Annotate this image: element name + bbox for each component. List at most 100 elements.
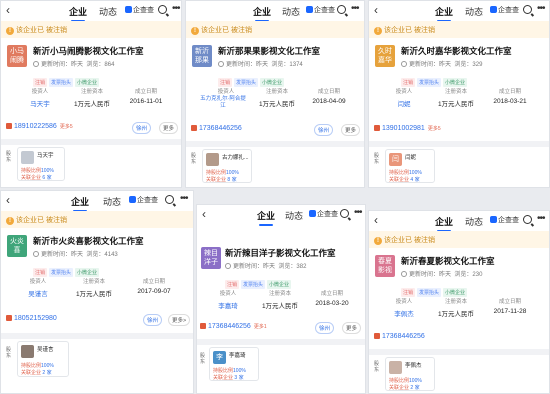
more-icon[interactable]: ••• (172, 3, 180, 14)
phone-icon (374, 333, 380, 339)
tag-invoice: 发票抬头 (49, 268, 74, 277)
tag-invoice: 发票抬头 (234, 78, 259, 87)
legal-person[interactable]: 李佩杰 (379, 308, 429, 318)
established-date: 2016-11-01 (129, 98, 163, 105)
nav-bar: ‹ 企业 动态 企查查 ••• (1, 1, 181, 22)
search-icon[interactable] (340, 209, 349, 218)
shareholder-card[interactable]: 马天宇 持股比例100% 关联企业 6 家 (17, 147, 65, 181)
shareholder-name: 李佩杰 (405, 363, 422, 369)
company-name: 新沂久时嘉华影视文化工作室 (401, 46, 512, 56)
back-icon[interactable]: ‹ (202, 208, 206, 221)
tag-invoice: 发票抬头 (417, 78, 442, 87)
phone-icon (6, 123, 12, 129)
more-icon[interactable]: ••• (537, 3, 545, 14)
location-button[interactable]: 徐州 (143, 314, 163, 326)
shareholder-name: 吴谨言 (37, 347, 54, 353)
cancelled-warning: ! 该企业已 被注销 (369, 231, 549, 248)
related: 关联企业 2 家 (21, 370, 52, 376)
update-info: 更新时间：昨天 浏览：864 (33, 59, 114, 68)
ratio: 持股比例100% (213, 368, 246, 374)
legal-person[interactable]: 吴谨言 (13, 288, 63, 298)
shareholder-label: 股东 (374, 361, 380, 373)
back-icon[interactable]: ‹ (374, 214, 378, 227)
phone[interactable]: 17368446256 (374, 333, 425, 340)
search-icon[interactable] (523, 5, 532, 14)
back-icon[interactable]: ‹ (6, 194, 10, 207)
refresh-icon (401, 271, 407, 277)
company-logo: 火炎 喜 (7, 235, 27, 257)
divider (369, 349, 549, 355)
tab-company[interactable]: 企业 (253, 5, 271, 22)
ratio: 持股比例100% (206, 170, 239, 176)
back-icon[interactable]: ‹ (6, 4, 10, 17)
location-button[interactable]: 徐州 (314, 124, 334, 136)
tab-dynamic[interactable]: 动态 (465, 215, 483, 228)
tag-cancelled: 注销 (401, 78, 416, 87)
avatar (206, 153, 219, 166)
phone[interactable]: 17368446256 更多1 (200, 323, 267, 330)
update-info: 更新时间：昨天 浏览：329 (401, 59, 482, 68)
legal-person[interactable]: 五力克扎尔·阿合提 江 (192, 96, 254, 110)
legal-person[interactable]: 李嘉琦 (205, 300, 251, 310)
search-icon[interactable] (158, 5, 167, 14)
tag-small: 小微企业 (267, 280, 292, 289)
tab-dynamic[interactable]: 动态 (103, 195, 121, 208)
capital-label: 注册资本 (444, 299, 467, 305)
search-icon[interactable] (523, 215, 532, 224)
phone[interactable]: 13901002981 更多5 (374, 125, 441, 132)
tab-dynamic[interactable]: 动态 (465, 5, 483, 18)
phone[interactable]: 18910222586 更多5 (6, 123, 73, 130)
tab-company[interactable]: 企业 (257, 209, 275, 226)
location-button[interactable]: 徐州 (315, 322, 335, 334)
shareholder-label: 股东 (374, 153, 380, 165)
company-panel-4: ‹ 企业 动态 企查查 ••• ! 该企业已 被注销 火炎 喜 新沂市火炎喜影视文… (0, 190, 194, 394)
qcc-icon (125, 6, 132, 13)
tab-dynamic[interactable]: 动态 (285, 209, 303, 222)
shareholder-name: 古力娜扎... (222, 155, 249, 161)
tab-dynamic[interactable]: 动态 (99, 5, 117, 18)
more-icon[interactable]: ••• (351, 3, 359, 14)
tag-small: 小微企业 (443, 78, 468, 87)
shareholder-card[interactable]: 吴谨言 持股比例100% 关联企业 2 家 (17, 341, 69, 377)
shareholder-card[interactable]: 闫 闫妮 持股比例100% 关联企业 4 家 (385, 149, 435, 183)
established-date: 2018-03-21 (493, 98, 527, 105)
tag-cancelled: 注销 (218, 78, 233, 87)
company-logo: 小马 闹腾 (7, 45, 27, 67)
more-icon[interactable]: ••• (537, 213, 545, 224)
legal-person[interactable]: 马天宇 (15, 98, 65, 108)
shareholder-card[interactable]: 李佩杰 持股比例100% 关联企业 2 家 (385, 357, 435, 391)
qcc-logo: 企查查 (309, 209, 338, 219)
tab-company[interactable]: 企业 (69, 5, 87, 22)
shareholder-card[interactable]: 古力娜扎... 持股比例100% 关联企业 8 家 (202, 149, 252, 183)
back-icon[interactable]: ‹ (374, 4, 378, 17)
related: 关联企业 8 家 (206, 177, 237, 183)
update-info: 更新时间：昨天 浏览：382 (225, 261, 306, 270)
tab-company[interactable]: 企业 (435, 5, 453, 22)
tag-invoice: 发票抬头 (241, 280, 266, 289)
capital-value: 1万元人民币 (75, 291, 113, 298)
shareholder-card[interactable]: 李 李嘉琦 持股比例100% 关联企业 3 家 (209, 347, 259, 381)
more-button[interactable]: 更多 (341, 124, 361, 136)
phone[interactable]: 17368446256 (191, 125, 242, 132)
related: 关联企业 6 家 (21, 175, 52, 181)
tab-company[interactable]: 企业 (435, 215, 453, 232)
more-button[interactable]: 更多 (159, 122, 179, 134)
capital-label: 注册资本 (268, 291, 291, 297)
search-icon[interactable] (165, 195, 174, 204)
tag-small: 小微企业 (443, 288, 468, 297)
avatar: 李 (213, 351, 226, 364)
nav-bar: ‹ 企业 动态 企查查 ••• (369, 1, 549, 22)
avatar (21, 151, 34, 164)
legal-person[interactable]: 闫妮 (379, 98, 429, 108)
more-icon[interactable]: ••• (354, 207, 362, 218)
search-icon[interactable] (337, 5, 346, 14)
more-button[interactable]: 更多> (168, 314, 191, 326)
tab-dynamic[interactable]: 动态 (282, 5, 300, 18)
phone[interactable]: 18052152980 (6, 315, 57, 322)
location-button[interactable]: 徐州 (132, 122, 152, 134)
tab-company[interactable]: 企业 (71, 195, 89, 212)
more-icon[interactable]: ••• (180, 193, 188, 204)
capital-label: 注册资本 (265, 89, 288, 95)
qcc-icon (309, 210, 316, 217)
more-button[interactable]: 更多 (342, 322, 362, 334)
